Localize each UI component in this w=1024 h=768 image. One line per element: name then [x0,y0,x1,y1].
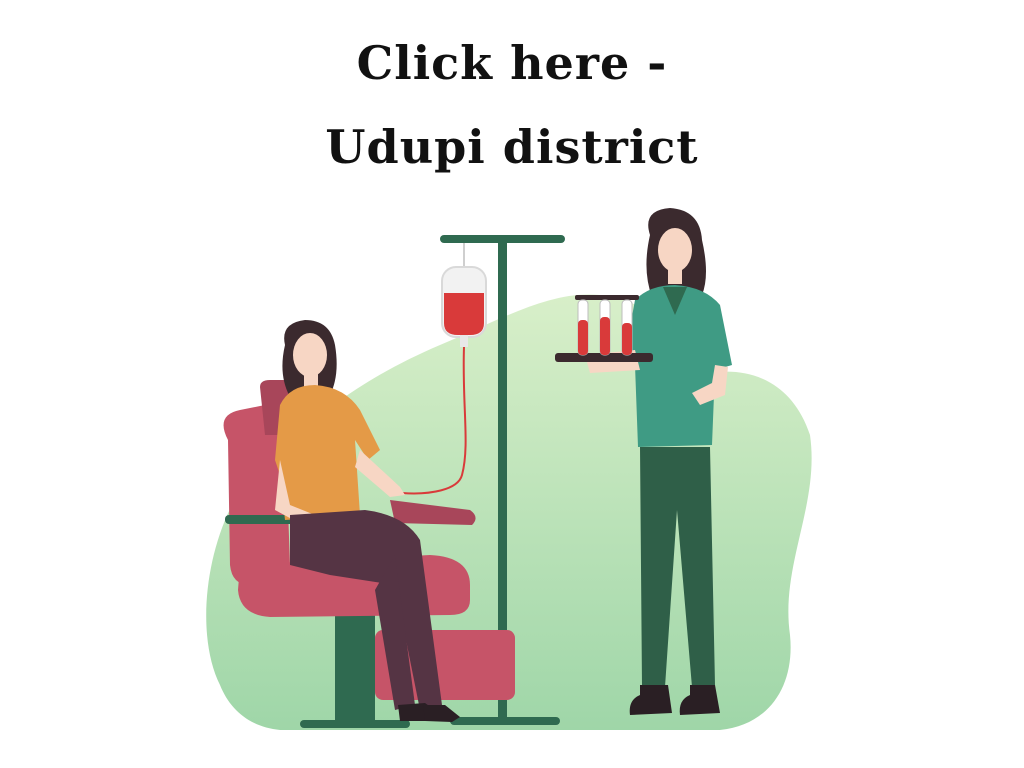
click-here-link[interactable]: Click here - [0,36,1024,90]
udupi-district-link[interactable]: Udupi district [0,120,1024,174]
blood-donation-illustration [206,208,812,730]
